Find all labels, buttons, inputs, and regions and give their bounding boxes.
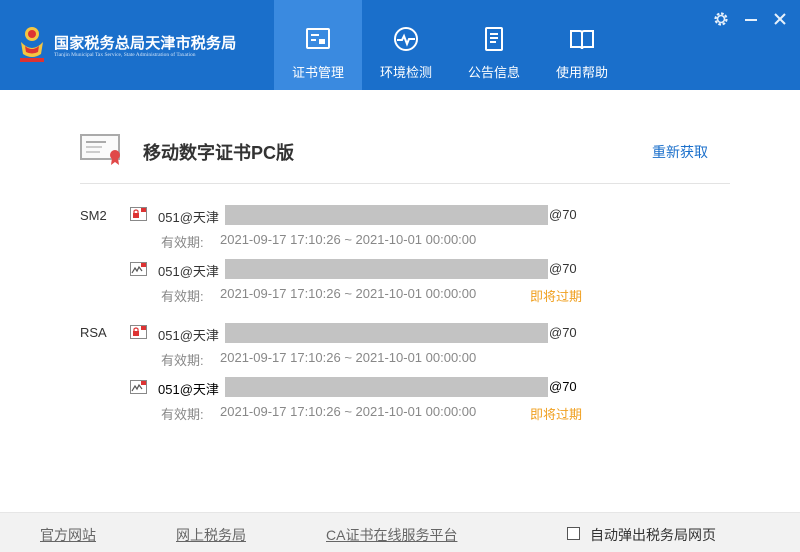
validity-range: 2021-09-17 17:10:26 ~ 2021-10-01 00:00:0… [220, 286, 477, 301]
cert-signature-icon [130, 262, 147, 276]
open-book-icon [570, 30, 594, 50]
cert-name-suffix: @70 [549, 261, 577, 276]
ca-service-platform-link[interactable]: CA证书在线服务平台 [326, 525, 457, 545]
redaction-mask [225, 377, 548, 397]
cert-name-prefix[interactable]: 051@天津 [158, 379, 219, 398]
validity-label: 有效期: [161, 407, 204, 422]
footer-bar: 官方网站 网上税务局 CA证书在线服务平台 自动弹出税务局网页 [0, 512, 800, 552]
brand-subtitle: Tianjin Municipal Tax Service, State Adm… [54, 52, 196, 58]
cert-lock-icon [130, 207, 147, 221]
redaction-mask [225, 259, 548, 279]
auto-popup-checkbox[interactable] [567, 527, 580, 540]
tab-label: 公告信息 [467, 65, 520, 80]
cert-name-suffix: @70 [549, 207, 577, 222]
redaction-mask [225, 323, 548, 343]
tab-label: 证书管理 [291, 65, 344, 80]
cert-lock-icon [130, 325, 147, 339]
cert-signature-icon [130, 380, 147, 394]
validity-label: 有效期: [161, 289, 204, 304]
tab-help[interactable]: 使用帮助 [538, 0, 626, 90]
certificate-illustration-icon [80, 134, 120, 165]
algorithm-label-rsa: RSA [80, 325, 107, 340]
cert-name-prefix[interactable]: 051@天津 [158, 207, 219, 226]
tab-label: 环境检测 [379, 65, 432, 80]
tab-environment-check[interactable]: 环境检测 [362, 0, 450, 90]
expiring-soon-badge: 即将过期 [530, 289, 583, 304]
validity-range: 2021-09-17 17:10:26 ~ 2021-10-01 00:00:0… [220, 404, 477, 419]
validity-range: 2021-09-17 17:10:26 ~ 2021-10-01 00:00:0… [220, 350, 477, 365]
page-title: 移动数字证书PC版 [143, 143, 295, 163]
tab-announcements[interactable]: 公告信息 [450, 0, 538, 90]
certificate-card-icon [306, 28, 330, 49]
tab-label: 使用帮助 [555, 65, 608, 80]
cert-name-suffix: @70 [549, 325, 577, 340]
validity-label: 有效期: [161, 235, 204, 250]
official-website-link[interactable]: 官方网站 [40, 525, 96, 545]
brand-title: 国家税务总局天津市税务局 [54, 35, 237, 52]
refresh-link[interactable]: 重新获取 [652, 142, 708, 162]
online-tax-bureau-link[interactable]: 网上税务局 [176, 525, 246, 545]
pulse-gauge-icon [394, 27, 418, 51]
title-bar: 国家税务总局天津市税务局 Tianjin Municipal Tax Servi… [0, 0, 800, 90]
validity-label: 有效期: [161, 353, 204, 368]
cert-name-prefix[interactable]: 051@天津 [158, 325, 219, 344]
algorithm-label-sm2: SM2 [80, 208, 107, 223]
document-icon [485, 27, 503, 51]
close-icon[interactable] [771, 10, 789, 28]
tab-certificate-management[interactable]: 证书管理 [274, 0, 362, 90]
divider [80, 183, 730, 184]
tax-emblem-logo [20, 27, 44, 62]
auto-popup-label[interactable]: 自动弹出税务局网页 [590, 525, 716, 545]
minimize-icon[interactable] [742, 10, 760, 28]
validity-range: 2021-09-17 17:10:26 ~ 2021-10-01 00:00:0… [220, 232, 477, 247]
gear-icon[interactable] [712, 10, 730, 28]
expiring-soon-badge: 即将过期 [530, 407, 583, 422]
redaction-mask [225, 205, 548, 225]
cert-name-suffix: @70 [549, 379, 577, 394]
cert-name-prefix[interactable]: 051@天津 [158, 261, 219, 280]
